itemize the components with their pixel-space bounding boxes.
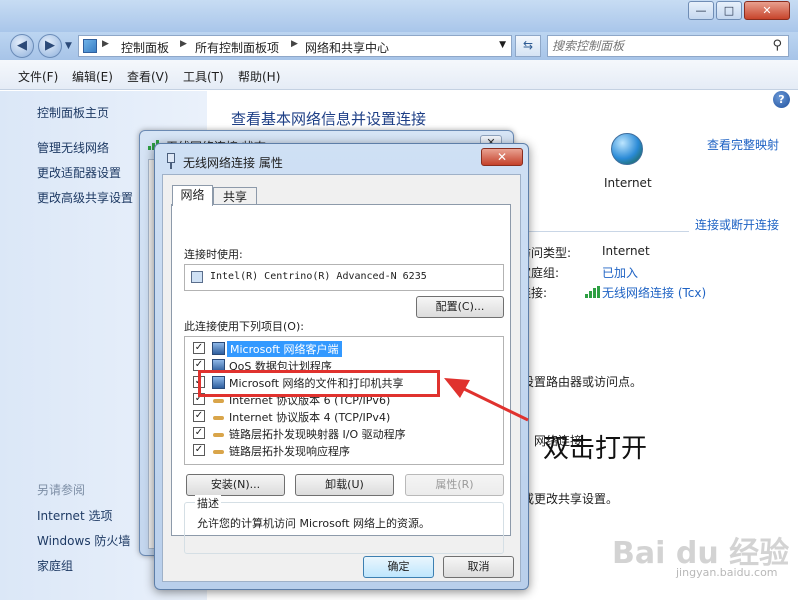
item-label: 链路层拓扑发现响应程序 (229, 445, 350, 458)
list-item[interactable]: ✓ 链路层拓扑发现响应程序 (185, 442, 503, 459)
adapter-name: Intel(R) Centrino(R) Advanced-N 6235 (210, 271, 427, 282)
back-button[interactable]: ◀ (10, 34, 34, 58)
cancel-button[interactable]: 取消 (443, 556, 514, 578)
description-text: 允许您的计算机访问 Microsoft 网络上的资源。 (197, 517, 431, 530)
internet-label: Internet (604, 176, 652, 190)
menu-file[interactable]: 文件(F) (18, 68, 58, 85)
network-adapter-icon (165, 153, 177, 169)
tab-network[interactable]: 网络 (172, 185, 213, 206)
adapter-field: Intel(R) Centrino(R) Advanced-N 6235 (184, 264, 504, 291)
checkbox[interactable]: ✓ (193, 342, 205, 354)
connect-disconnect-link[interactable]: 连接或断开连接 (695, 216, 779, 233)
windows-firewall-link[interactable]: Windows 防火墙 (37, 532, 130, 549)
dialog-close-button[interactable]: ✕ (481, 148, 523, 166)
menu-edit[interactable]: 编辑(E) (72, 68, 113, 85)
connect-using-label: 连接时使用: (184, 248, 243, 261)
refresh-button[interactable]: ⇆ (515, 35, 541, 57)
checkbox[interactable]: ✓ (193, 410, 205, 422)
properties-button[interactable]: 属性(R) (405, 474, 504, 496)
forward-button[interactable]: ▶ (38, 34, 62, 58)
back-arrow-icon: ◀ (17, 38, 27, 53)
protocol-icon (212, 410, 225, 423)
dialog-title: 无线网络连接 属性 (183, 156, 283, 170)
double-click-instruction: 双击打开 (543, 434, 648, 464)
annotation-arrow-icon (444, 378, 529, 422)
minimize-button[interactable]: — (688, 1, 714, 20)
menu-view[interactable]: 查看(V) (127, 68, 169, 85)
help-icon[interactable]: ? (773, 91, 790, 108)
checkbox[interactable]: ✓ (193, 427, 205, 439)
ok-button[interactable]: 确定 (363, 556, 434, 578)
internet-globe-icon (611, 133, 643, 165)
maximize-button[interactable]: □ (716, 1, 742, 20)
wireless-signal-icon (585, 286, 601, 298)
internet-options-link[interactable]: Internet 选项 (37, 507, 112, 524)
item-label: Internet 协议版本 4 (TCP/IPv4) (229, 411, 391, 424)
change-sharing-text: 或更改共享设置。 (522, 492, 619, 506)
close-window-button[interactable]: ✕ (744, 1, 790, 20)
description-label: 描述 (195, 495, 221, 511)
install-button[interactable]: 安装(N)... (186, 474, 285, 496)
homegroup-joined-link[interactable]: 已加入 (602, 264, 638, 281)
breadcrumb-all-items[interactable]: 所有控制面板项 (195, 39, 279, 56)
search-input[interactable] (552, 38, 762, 54)
change-adapter-settings-link[interactable]: 更改适配器设置 (37, 164, 121, 181)
menu-help[interactable]: 帮助(H) (238, 68, 280, 85)
change-advanced-sharing-link[interactable]: 更改高级共享设置 (37, 189, 133, 206)
menu-tools[interactable]: 工具(T) (183, 68, 224, 85)
breadcrumb-control-panel[interactable]: 控制面板 (121, 39, 169, 56)
checkbox[interactable]: ✓ (193, 444, 205, 456)
address-bar[interactable]: ▶ 控制面板 ▶ 所有控制面板项 ▶ 网络和共享中心 ▼ (78, 35, 512, 57)
network-adapter-icon (191, 271, 203, 283)
window-title-bar: — □ ✕ (0, 0, 798, 32)
properties-dialog: 无线网络连接 属性 ✕ 网络 共享 连接时使用: Intel(R) Centri… (154, 143, 529, 590)
breadcrumb-separator-icon: ▶ (102, 39, 109, 49)
watermark-url: jingyan.baidu.com (676, 566, 778, 579)
section-divider (517, 231, 689, 232)
view-full-map-link[interactable]: 查看完整映射 (707, 136, 779, 153)
protocol-icon (212, 427, 225, 440)
items-label: 此连接使用下列项目(O): (184, 320, 304, 333)
wireless-connection-link[interactable]: 无线网络连接 (Tcx) (602, 284, 706, 301)
search-box[interactable]: ⚲ (547, 35, 789, 57)
access-type-value: Internet (602, 244, 650, 258)
refresh-icon: ⇆ (522, 38, 534, 52)
description-group: 描述 允许您的计算机访问 Microsoft 网络上的资源。 (184, 495, 504, 554)
menu-bar: 文件(F) 编辑(E) 查看(V) 工具(T) 帮助(H) (0, 60, 798, 90)
search-icon[interactable]: ⚲ (772, 38, 782, 53)
list-item[interactable]: ✓ 链路层拓扑发现映射器 I/O 驱动程序 (185, 425, 503, 442)
breadcrumb-network-sharing[interactable]: 网络和共享中心 (305, 39, 389, 56)
manage-wireless-link[interactable]: 管理无线网络 (37, 139, 109, 156)
address-dropdown-icon[interactable]: ▼ (499, 40, 506, 50)
forward-arrow-icon: ▶ (45, 38, 55, 53)
ipv4-highlight-box (198, 370, 440, 397)
item-label: Microsoft 网络客户端 (227, 341, 342, 357)
homegroup-link[interactable]: 家庭组 (37, 557, 73, 574)
see-also-heading: 另请参阅 (37, 483, 86, 497)
item-label: 链路层拓扑发现映射器 I/O 驱动程序 (229, 428, 406, 441)
configure-button[interactable]: 配置(C)... (416, 296, 504, 318)
control-panel-icon (83, 39, 97, 53)
breadcrumb-separator-icon: ▶ (291, 39, 298, 49)
page-title: 查看基本网络信息并设置连接 (231, 110, 427, 128)
breadcrumb-separator-icon: ▶ (180, 39, 187, 49)
navigation-bar: ◀ ▶ ▼ ▶ 控制面板 ▶ 所有控制面板项 ▶ 网络和共享中心 ▼ ⇆ ⚲ (0, 32, 798, 60)
list-item[interactable]: ✓ Microsoft 网络客户端 (185, 340, 503, 357)
setup-router-text: 设置路由器或访问点。 (522, 375, 643, 389)
control-panel-home-link[interactable]: 控制面板主页 (37, 104, 109, 121)
uninstall-button[interactable]: 卸载(U) (295, 474, 394, 496)
recent-pages-chevron-icon[interactable]: ▼ (65, 41, 72, 51)
network-client-icon (212, 342, 225, 355)
protocol-icon (212, 444, 225, 457)
